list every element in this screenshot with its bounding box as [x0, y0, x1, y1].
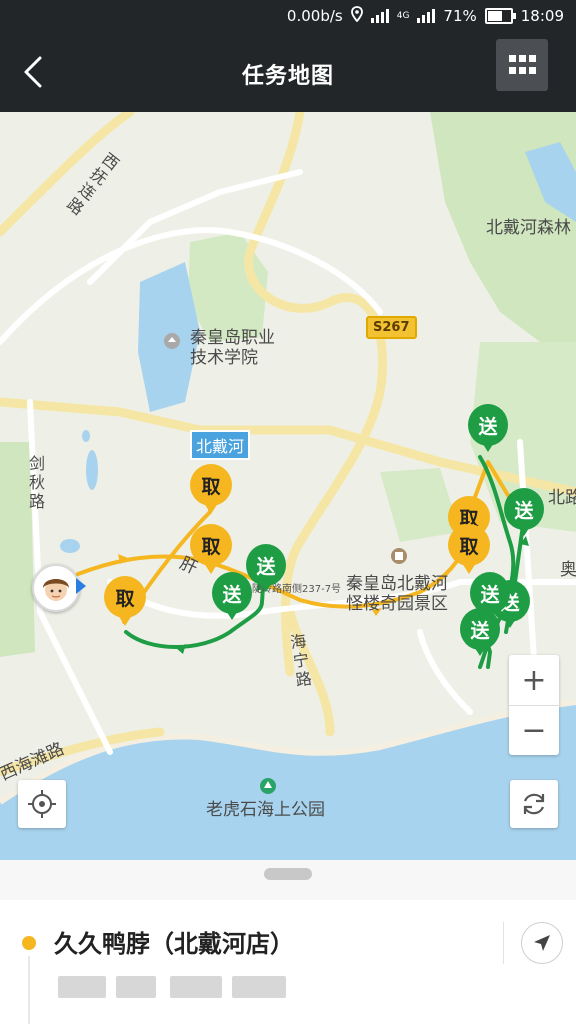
map-view[interactable]: 西抚连路 北戴河森林 秦皇岛职业 技术学院 S267 北戴河 剑秋路 肝 陡岭路…: [0, 112, 576, 860]
page-title: 任务地图: [241, 64, 334, 89]
signal-icon-2: [417, 9, 436, 23]
network-type: 4G: [396, 11, 410, 21]
crosshair-icon: [28, 790, 56, 818]
road-label-beilu: 北路: [548, 488, 576, 508]
poi-label-park: 老虎石海上公园: [206, 800, 325, 820]
redacted-text: [58, 976, 106, 998]
navigation-arrow-icon: [534, 935, 550, 951]
locate-button[interactable]: [18, 780, 66, 828]
area-label-forest: 北戴河森林: [486, 218, 571, 238]
poi-label-school-1: 秦皇岛职业: [190, 328, 275, 348]
zoom-control: + −: [509, 655, 559, 755]
battery-percent: 71%: [443, 7, 477, 25]
river-label: 北戴河: [190, 430, 251, 460]
menu-button[interactable]: [496, 39, 548, 91]
divider: [503, 922, 504, 964]
navigate-button[interactable]: [521, 922, 563, 964]
order-panel: 久久鸭脖（北戴河店）: [0, 860, 576, 1024]
road-label-ao: 奥: [560, 560, 576, 580]
pickup-marker[interactable]: 取: [448, 524, 490, 574]
heading-arrow-icon: [76, 578, 86, 594]
status-bar: 0.00b/s 4G 71% 18:09: [0, 0, 576, 32]
poi-label-school-2: 技术学院: [190, 348, 258, 368]
redacted-text: [232, 976, 286, 998]
clock: 18:09: [520, 7, 564, 25]
zoom-out-button[interactable]: −: [509, 705, 559, 755]
redacted-text: [170, 976, 222, 998]
delivery-marker[interactable]: 送: [460, 608, 500, 656]
pickup-marker[interactable]: 取: [104, 576, 146, 626]
road-label-jianqiu: 剑秋路: [28, 454, 45, 511]
delivery-marker[interactable]: 送: [246, 544, 286, 592]
order-card[interactable]: 久久鸭脖（北戴河店）: [0, 900, 576, 1024]
drag-handle[interactable]: [264, 868, 312, 880]
pickup-dot-icon: [22, 936, 36, 950]
pickup-marker[interactable]: 取: [190, 464, 232, 514]
pickup-marker[interactable]: 取: [190, 524, 232, 574]
store-name: 久久鸭脖（北戴河店）: [54, 930, 294, 958]
refresh-button[interactable]: [510, 780, 558, 828]
redacted-text: [116, 976, 156, 998]
battery-icon: [484, 8, 516, 24]
network-speed: 0.00b/s: [286, 7, 343, 25]
route-shield-s267: S267: [366, 316, 417, 339]
location-icon: [350, 6, 363, 26]
delivery-marker[interactable]: 送: [468, 404, 508, 452]
refresh-icon: [523, 793, 545, 815]
nav-bar: 任务地图: [0, 32, 576, 112]
zoom-in-button[interactable]: +: [509, 655, 559, 706]
timeline-line: [28, 956, 30, 1024]
poi-label-scenic-2: 怪楼奇园景区: [346, 594, 448, 614]
courier-avatar[interactable]: [32, 564, 80, 612]
grid-icon: [509, 55, 536, 75]
signal-icon: [370, 9, 389, 23]
delivery-marker[interactable]: 送: [212, 572, 252, 620]
person-icon: [43, 579, 69, 601]
delivery-marker[interactable]: 送: [504, 488, 544, 536]
poi-label-scenic-1: 秦皇岛北戴河: [346, 574, 448, 594]
